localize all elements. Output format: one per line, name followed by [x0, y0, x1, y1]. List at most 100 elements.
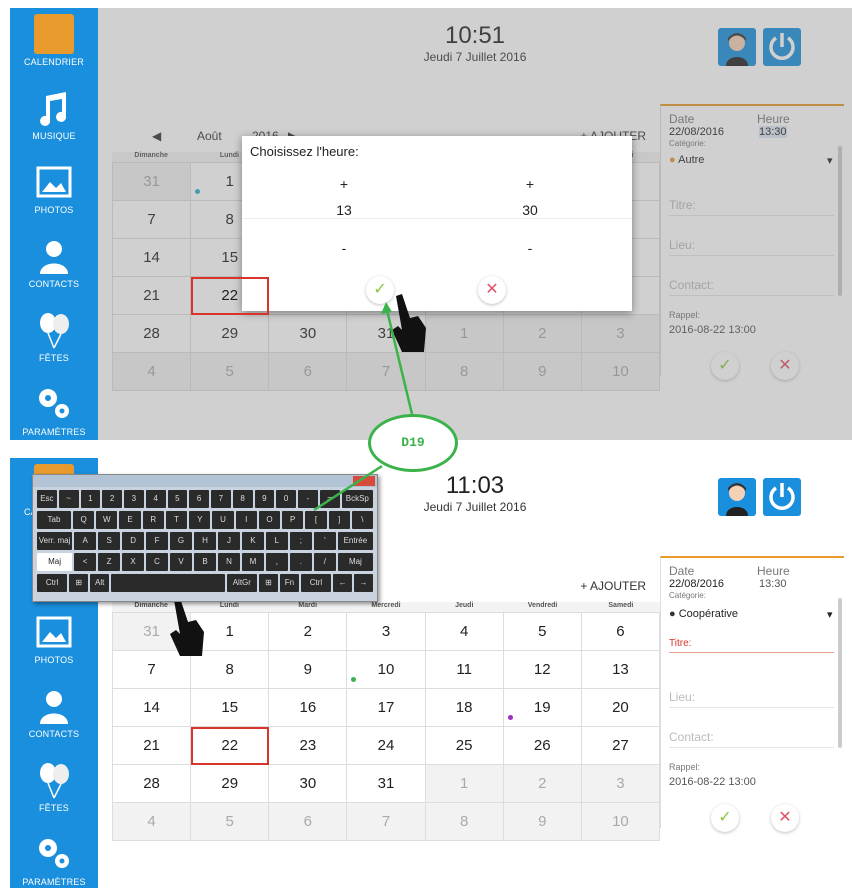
sidebar-item-photos[interactable]: PHOTOS [10, 606, 98, 680]
date-value[interactable]: 22/08/2016 [669, 578, 724, 590]
day-cell[interactable]: 26 [503, 727, 582, 765]
day-cell[interactable]: 24 [347, 727, 426, 765]
key[interactable]: - [298, 490, 318, 508]
key[interactable]: 0 [276, 490, 296, 508]
day-cell[interactable]: 22 [191, 277, 270, 315]
key[interactable]: B [194, 553, 216, 571]
minute-decrement-button[interactable]: - [510, 240, 550, 256]
key[interactable]: 8 [232, 490, 253, 508]
hour-decrement-button[interactable]: - [324, 240, 364, 256]
key[interactable]: \ [351, 511, 374, 529]
sidebar-item-calendar[interactable]: CALENDRIER [10, 8, 98, 82]
key[interactable]: → [354, 574, 373, 592]
title-field[interactable]: Titre: [669, 638, 834, 653]
save-button[interactable]: ✓ [711, 804, 739, 832]
key[interactable]: ← [333, 574, 353, 592]
day-cell[interactable]: 6 [269, 803, 348, 841]
hour-increment-button[interactable]: + [324, 176, 364, 192]
day-cell[interactable]: 31 [347, 765, 426, 803]
day-cell[interactable]: 21 [113, 727, 192, 765]
day-cell[interactable]: 23 [269, 727, 348, 765]
category-select[interactable]: ● Coopérative ▾ [669, 608, 833, 621]
day-cell[interactable]: 7 [347, 803, 426, 841]
user-avatar-icon[interactable] [718, 478, 756, 516]
key[interactable]: Tab [37, 511, 71, 529]
key[interactable]: F [146, 532, 169, 550]
day-cell[interactable]: 3 [347, 613, 426, 651]
key[interactable]: , [265, 553, 288, 571]
key[interactable]: J [217, 532, 240, 550]
key[interactable]: Ctrl [300, 574, 332, 592]
day-cell[interactable]: 2 [269, 613, 348, 651]
key[interactable]: ~ [58, 490, 79, 508]
key[interactable]: G [170, 532, 192, 550]
key[interactable]: Y [189, 511, 211, 529]
day-cell[interactable]: 14 [113, 689, 192, 727]
sidebar-item-contacts[interactable]: CONTACTS [10, 680, 98, 754]
key[interactable]: 3 [124, 490, 144, 508]
key[interactable]: W [96, 511, 118, 529]
key[interactable]: N [217, 553, 240, 571]
sidebar-item-photos[interactable]: PHOTOS [10, 156, 98, 230]
key[interactable]: [ [305, 511, 327, 529]
key[interactable]: U [212, 511, 234, 529]
sidebar-item-fetes[interactable]: FÊTES [10, 304, 98, 378]
key[interactable]: / [313, 553, 336, 571]
day-cell[interactable]: 8 [425, 803, 504, 841]
day-cell[interactable]: 27 [581, 727, 660, 765]
side-scrollbar[interactable] [838, 598, 842, 748]
day-cell[interactable]: 29 [191, 765, 270, 803]
day-cell[interactable]: 16 [269, 689, 348, 727]
place-field[interactable]: Lieu: [669, 690, 834, 708]
key[interactable]: T [165, 511, 188, 529]
day-cell[interactable]: 5 [503, 613, 582, 651]
key[interactable]: Q [72, 511, 95, 529]
key[interactable]: ] [328, 511, 350, 529]
add-event-button[interactable]: + AJOUTER [580, 579, 646, 593]
key[interactable]: M [241, 553, 264, 571]
key[interactable]: < [74, 553, 97, 571]
key[interactable]: 7 [211, 490, 231, 508]
day-cell[interactable]: 2 [503, 765, 582, 803]
key[interactable]: 5 [167, 490, 188, 508]
contact-field[interactable]: Contact: [669, 730, 834, 748]
key[interactable]: R [142, 511, 164, 529]
minute-increment-button[interactable]: + [510, 176, 550, 192]
close-icon[interactable] [353, 476, 375, 486]
day-cell[interactable]: 19 [503, 689, 582, 727]
key[interactable]: 6 [189, 490, 209, 508]
key[interactable]: 1 [80, 490, 101, 508]
day-cell[interactable]: 5 [191, 803, 270, 841]
key[interactable]: = [319, 490, 340, 508]
cancel-time-button[interactable]: ✕ [478, 276, 506, 304]
day-cell[interactable]: 11 [425, 651, 504, 689]
cancel-button[interactable]: ✕ [771, 804, 799, 832]
day-cell[interactable]: 18 [425, 689, 504, 727]
key[interactable]: K [241, 532, 264, 550]
key[interactable]: O [258, 511, 281, 529]
key[interactable]: . [289, 553, 312, 571]
day-cell[interactable]: 3 [581, 765, 660, 803]
key[interactable]: 9 [254, 490, 275, 508]
day-cell[interactable]: 30 [269, 765, 348, 803]
key[interactable]: X [122, 553, 145, 571]
key[interactable]: BckSp [341, 490, 374, 508]
sidebar-item-settings[interactable]: PARAMÈTRES [10, 378, 98, 440]
day-cell[interactable]: 10 [581, 803, 660, 841]
key[interactable]: H [194, 532, 216, 550]
day-cell[interactable]: 28 [113, 765, 192, 803]
key[interactable]: Esc [37, 490, 57, 508]
key[interactable]: S [98, 532, 121, 550]
day-cell[interactable]: 1 [425, 765, 504, 803]
power-icon[interactable] [763, 478, 801, 516]
reminder-value[interactable]: 2016-08-22 13:00 [669, 776, 756, 788]
key[interactable]: AltGr [226, 574, 257, 592]
key[interactable]: 2 [102, 490, 122, 508]
key[interactable]: E [119, 511, 141, 529]
day-cell[interactable]: 15 [191, 689, 270, 727]
key[interactable]: Entrée [337, 532, 373, 550]
day-cell[interactable]: 4 [425, 613, 504, 651]
key[interactable] [111, 574, 225, 592]
key[interactable]: ⊞ [69, 574, 89, 592]
sidebar-item-music[interactable]: MUSIQUE [10, 82, 98, 156]
